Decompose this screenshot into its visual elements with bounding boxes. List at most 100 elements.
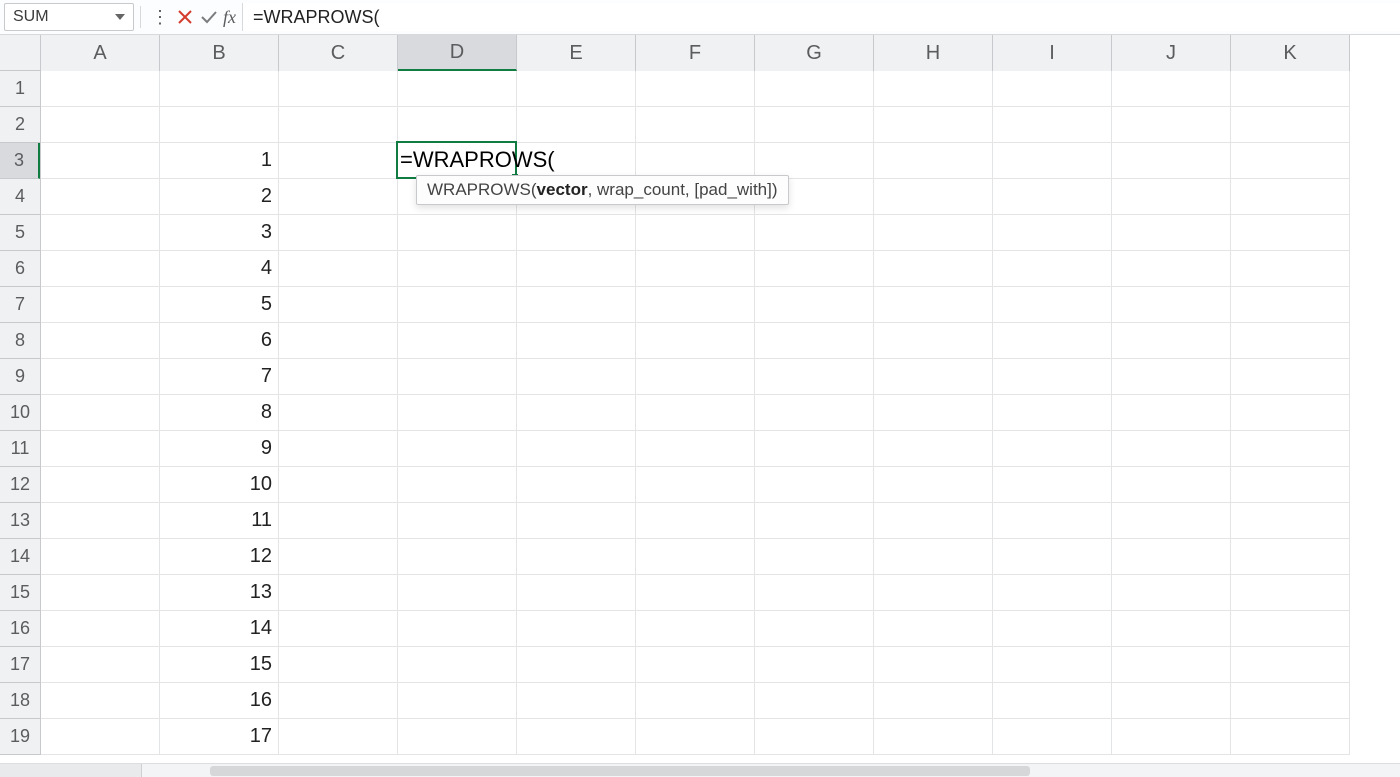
- cell-A4[interactable]: [41, 179, 160, 215]
- cell-E9[interactable]: [517, 359, 636, 395]
- cell-C7[interactable]: [279, 287, 398, 323]
- cell-C1[interactable]: [279, 71, 398, 107]
- cell-C11[interactable]: [279, 431, 398, 467]
- cell-F1[interactable]: [636, 71, 755, 107]
- cell-H9[interactable]: [874, 359, 993, 395]
- cell-D1[interactable]: [398, 71, 517, 107]
- cell-D5[interactable]: [398, 215, 517, 251]
- row-header-2[interactable]: 2: [0, 107, 40, 143]
- cell-F2[interactable]: [636, 107, 755, 143]
- cell-E10[interactable]: [517, 395, 636, 431]
- cell-I9[interactable]: [993, 359, 1112, 395]
- cell-G3[interactable]: [755, 143, 874, 179]
- cell-C9[interactable]: [279, 359, 398, 395]
- cell-B1[interactable]: [160, 71, 279, 107]
- cell-H4[interactable]: [874, 179, 993, 215]
- cell-E15[interactable]: [517, 575, 636, 611]
- row-header-12[interactable]: 12: [0, 467, 40, 503]
- cell-J7[interactable]: [1112, 287, 1231, 323]
- cell-K16[interactable]: [1231, 611, 1350, 647]
- cancel-button[interactable]: [173, 5, 197, 29]
- cell-A5[interactable]: [41, 215, 160, 251]
- cell-E18[interactable]: [517, 683, 636, 719]
- cell-G19[interactable]: [755, 719, 874, 755]
- cell-B13[interactable]: 11: [160, 503, 279, 539]
- cell-B17[interactable]: 15: [160, 647, 279, 683]
- cell-C4[interactable]: [279, 179, 398, 215]
- column-header-H[interactable]: H: [874, 35, 993, 71]
- cell-G16[interactable]: [755, 611, 874, 647]
- cell-C13[interactable]: [279, 503, 398, 539]
- cell-C12[interactable]: [279, 467, 398, 503]
- cell-G11[interactable]: [755, 431, 874, 467]
- cell-K4[interactable]: [1231, 179, 1350, 215]
- cell-E6[interactable]: [517, 251, 636, 287]
- row-header-9[interactable]: 9: [0, 359, 40, 395]
- cell-F14[interactable]: [636, 539, 755, 575]
- cell-H16[interactable]: [874, 611, 993, 647]
- cell-H13[interactable]: [874, 503, 993, 539]
- cell-E16[interactable]: [517, 611, 636, 647]
- cell-B12[interactable]: 10: [160, 467, 279, 503]
- cell-C18[interactable]: [279, 683, 398, 719]
- cell-D2[interactable]: [398, 107, 517, 143]
- cell-G8[interactable]: [755, 323, 874, 359]
- cell-E13[interactable]: [517, 503, 636, 539]
- cell-A3[interactable]: [41, 143, 160, 179]
- row-header-15[interactable]: 15: [0, 575, 40, 611]
- cell-F12[interactable]: [636, 467, 755, 503]
- cell-E14[interactable]: [517, 539, 636, 575]
- cell-D15[interactable]: [398, 575, 517, 611]
- cell-G2[interactable]: [755, 107, 874, 143]
- cell-C19[interactable]: [279, 719, 398, 755]
- cell-I5[interactable]: [993, 215, 1112, 251]
- cell-I15[interactable]: [993, 575, 1112, 611]
- cell-D13[interactable]: [398, 503, 517, 539]
- cell-J17[interactable]: [1112, 647, 1231, 683]
- cell-F9[interactable]: [636, 359, 755, 395]
- column-header-A[interactable]: A: [41, 35, 160, 71]
- cell-A14[interactable]: [41, 539, 160, 575]
- cell-D6[interactable]: [398, 251, 517, 287]
- cell-I2[interactable]: [993, 107, 1112, 143]
- row-header-16[interactable]: 16: [0, 611, 40, 647]
- cell-F5[interactable]: [636, 215, 755, 251]
- cell-K8[interactable]: [1231, 323, 1350, 359]
- cell-K17[interactable]: [1231, 647, 1350, 683]
- cell-B5[interactable]: 3: [160, 215, 279, 251]
- cell-B7[interactable]: 5: [160, 287, 279, 323]
- cell-C14[interactable]: [279, 539, 398, 575]
- cell-B16[interactable]: 14: [160, 611, 279, 647]
- cell-I8[interactable]: [993, 323, 1112, 359]
- cell-A7[interactable]: [41, 287, 160, 323]
- row-header-10[interactable]: 10: [0, 395, 40, 431]
- horizontal-scrollbar[interactable]: [0, 763, 1400, 777]
- cell-F11[interactable]: [636, 431, 755, 467]
- cell-G10[interactable]: [755, 395, 874, 431]
- cell-F7[interactable]: [636, 287, 755, 323]
- select-all-corner[interactable]: [0, 35, 41, 71]
- cell-B15[interactable]: 13: [160, 575, 279, 611]
- column-header-C[interactable]: C: [279, 35, 398, 71]
- row-header-5[interactable]: 5: [0, 215, 40, 251]
- cell-E3[interactable]: [517, 143, 636, 179]
- cell-I13[interactable]: [993, 503, 1112, 539]
- cell-B19[interactable]: 17: [160, 719, 279, 755]
- cell-I16[interactable]: [993, 611, 1112, 647]
- cell-H3[interactable]: [874, 143, 993, 179]
- cell-J4[interactable]: [1112, 179, 1231, 215]
- cell-J18[interactable]: [1112, 683, 1231, 719]
- formula-input[interactable]: [242, 3, 1400, 31]
- cell-J2[interactable]: [1112, 107, 1231, 143]
- cell-K14[interactable]: [1231, 539, 1350, 575]
- cell-B11[interactable]: 9: [160, 431, 279, 467]
- cell-H8[interactable]: [874, 323, 993, 359]
- cell-B10[interactable]: 8: [160, 395, 279, 431]
- cell-J9[interactable]: [1112, 359, 1231, 395]
- cell-A13[interactable]: [41, 503, 160, 539]
- column-header-G[interactable]: G: [755, 35, 874, 71]
- cell-D10[interactable]: [398, 395, 517, 431]
- cell-C5[interactable]: [279, 215, 398, 251]
- sheet-tab-strip[interactable]: [0, 764, 142, 777]
- cell-C10[interactable]: [279, 395, 398, 431]
